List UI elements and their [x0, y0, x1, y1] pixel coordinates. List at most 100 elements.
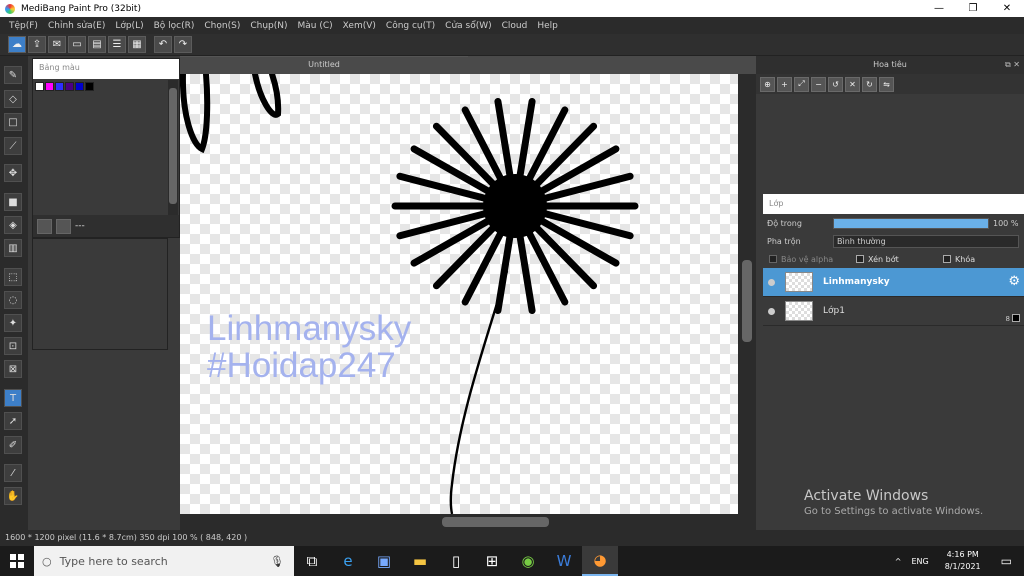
list-icon[interactable]: ☰ — [108, 36, 126, 53]
fill-rect-tool-icon[interactable]: ■ — [4, 193, 22, 211]
language-indicator[interactable]: ENG — [911, 557, 928, 566]
protect-alpha-checkbox[interactable] — [769, 255, 777, 263]
clip-checkbox[interactable] — [856, 255, 864, 263]
text-tool-icon[interactable]: T — [4, 389, 22, 407]
menu-select[interactable]: Chọn(S) — [204, 21, 240, 31]
taskbar-search-box[interactable]: ○ Type here to search 🎙 — [34, 546, 294, 576]
menu-color[interactable]: Màu (C) — [298, 21, 333, 31]
menu-layer[interactable]: Lớp(L) — [115, 21, 143, 31]
maximize-button[interactable]: ❐ — [956, 0, 990, 17]
menu-filter[interactable]: Bộ lọc(R) — [154, 21, 195, 31]
canvas-horizontal-scrollbar[interactable] — [180, 514, 738, 530]
tray-chevron-icon[interactable]: ^ — [895, 557, 902, 566]
activate-windows-notice: Activate Windows Go to Settings to activ… — [804, 488, 983, 517]
color-swatch[interactable] — [45, 82, 54, 91]
select-eraser-tool-icon[interactable]: ⊠ — [4, 360, 22, 378]
comment-icon[interactable]: ✉ — [48, 36, 66, 53]
move-tool-icon[interactable]: ✥ — [4, 164, 22, 182]
zoom-out-icon[interactable]: − — [811, 76, 826, 92]
palette-scrollbar[interactable] — [168, 80, 178, 215]
lock-checkbox[interactable] — [943, 255, 951, 263]
document-tab[interactable]: Untitled — [180, 56, 468, 72]
canvas-vertical-scrollbar[interactable] — [738, 74, 756, 530]
notification-icon[interactable]: ▭ — [1001, 554, 1012, 568]
lasso-tool-icon[interactable]: ◌ — [4, 291, 22, 309]
operation-tool-icon[interactable]: ➚ — [4, 412, 22, 430]
shape-tool-icon[interactable]: □ — [4, 113, 22, 131]
zoom-in-icon[interactable]: + — [777, 76, 792, 92]
notepad-icon[interactable]: ▯ — [438, 546, 474, 576]
menu-edit[interactable]: Chỉnh sửa(E) — [48, 21, 105, 31]
chat-icon[interactable]: ▭ — [68, 36, 86, 53]
add-swatch-icon[interactable] — [37, 218, 52, 234]
cloud-icon[interactable]: ☁ — [8, 36, 26, 53]
flip-icon[interactable]: ⇋ — [879, 76, 894, 92]
eraser-tool-icon[interactable]: ◇ — [4, 90, 22, 108]
reset-view-icon[interactable]: ✕ — [845, 76, 860, 92]
brush-tool-icon[interactable]: ✎ — [4, 66, 22, 84]
zoom-fit-icon[interactable]: ⊕ — [760, 76, 775, 92]
eyedropper-tool-icon[interactable]: ⁄ — [4, 464, 22, 482]
color-swatch[interactable] — [55, 82, 64, 91]
select-pen-tool-icon[interactable]: ⊡ — [4, 337, 22, 355]
document-icon[interactable]: ▤ — [88, 36, 106, 53]
menu-tools[interactable]: Công cụ(T) — [386, 21, 435, 31]
bucket-tool-icon[interactable]: ◈ — [4, 216, 22, 234]
file-explorer-icon[interactable]: ▬ — [402, 546, 438, 576]
hand-tool-icon[interactable]: ✋ — [4, 487, 22, 505]
fit-window-icon[interactable]: ⤢ — [794, 76, 809, 92]
medibang-taskbar-icon[interactable]: ◕ — [582, 546, 618, 576]
line-tool-icon[interactable]: ⟋ — [4, 137, 22, 155]
clock-date: 8/1/2021 — [944, 562, 981, 571]
word-icon[interactable]: W — [546, 546, 582, 576]
drawing-canvas[interactable]: Linhmanysky #Hoidap247 — [180, 74, 738, 514]
magic-wand-tool-icon[interactable]: ✦ — [4, 314, 22, 332]
upload-icon[interactable]: ⇪ — [28, 36, 46, 53]
menu-window[interactable]: Cửa sổ(W) — [445, 21, 491, 31]
layer-row-lop1[interactable]: Lớp1 8 — [763, 297, 1024, 326]
swatch-row — [35, 82, 177, 91]
taskbar-clock[interactable]: 4:16 PM 8/1/2021 — [945, 549, 981, 573]
opacity-slider[interactable] — [833, 217, 989, 229]
layer-bit-number: 8 — [1005, 315, 1010, 323]
layer-panel-title: Lớp — [763, 194, 1024, 214]
undo-icon[interactable]: ↶ — [154, 36, 172, 53]
delete-swatch-icon[interactable] — [56, 218, 71, 234]
close-button[interactable]: ✕ — [990, 0, 1024, 17]
menu-cloud[interactable]: Cloud — [502, 21, 528, 31]
blend-mode-select[interactable]: Bình thường — [833, 234, 1019, 248]
store-icon[interactable]: ⊞ — [474, 546, 510, 576]
gear-icon[interactable]: ⚙ — [1008, 274, 1020, 289]
color-swatch[interactable] — [75, 82, 84, 91]
redo-icon[interactable]: ↷ — [174, 36, 192, 53]
menu-view[interactable]: Xem(V) — [343, 21, 376, 31]
grid-icon[interactable]: ▦ — [128, 36, 146, 53]
visibility-icon[interactable] — [768, 278, 775, 286]
color-swatch[interactable] — [35, 82, 44, 91]
panel-controls-icon[interactable]: ⧉ ✕ — [1005, 56, 1020, 74]
color-swatch[interactable] — [65, 82, 74, 91]
menu-bar: Tệp(F) Chỉnh sửa(E) Lớp(L) Bộ lọc(R) Chọ… — [0, 17, 1024, 34]
microphone-icon[interactable]: 🎙 — [270, 555, 284, 568]
menu-help[interactable]: Help — [537, 21, 558, 31]
right-panel: Hoa tiêu ⧉ ✕ ⊕ + ⤢ − ↺ ✕ ↻ ⇋ Lớp Độ tron… — [756, 56, 1024, 548]
select-rect-tool-icon[interactable]: ⬚ — [4, 268, 22, 286]
clock-time: 4:16 PM — [946, 550, 979, 559]
rotate-left-icon[interactable]: ↺ — [828, 76, 843, 92]
rotate-right-icon[interactable]: ↻ — [862, 76, 877, 92]
menu-snap[interactable]: Chụp(N) — [250, 21, 287, 31]
color-swatch[interactable] — [85, 82, 94, 91]
edge-icon[interactable]: e — [330, 546, 366, 576]
menu-file[interactable]: Tệp(F) — [9, 21, 38, 31]
activate-line1: Activate Windows — [804, 488, 929, 504]
minimize-button[interactable]: — — [922, 0, 956, 17]
layer-row-linhmanysky[interactable]: Linhmanysky ⚙ — [763, 268, 1024, 297]
blur-tool-icon[interactable]: ✐ — [4, 436, 22, 454]
visibility-icon[interactable] — [768, 307, 775, 315]
app-green-icon[interactable]: ◉ — [510, 546, 546, 576]
task-view-icon[interactable]: ⧉ — [294, 546, 330, 576]
windows-start-icon[interactable] — [0, 546, 34, 576]
color-panel-title: Bảng màu — [33, 59, 179, 79]
photos-app-icon[interactable]: ▣ — [366, 546, 402, 576]
gradient-tool-icon[interactable]: ▥ — [4, 239, 22, 257]
